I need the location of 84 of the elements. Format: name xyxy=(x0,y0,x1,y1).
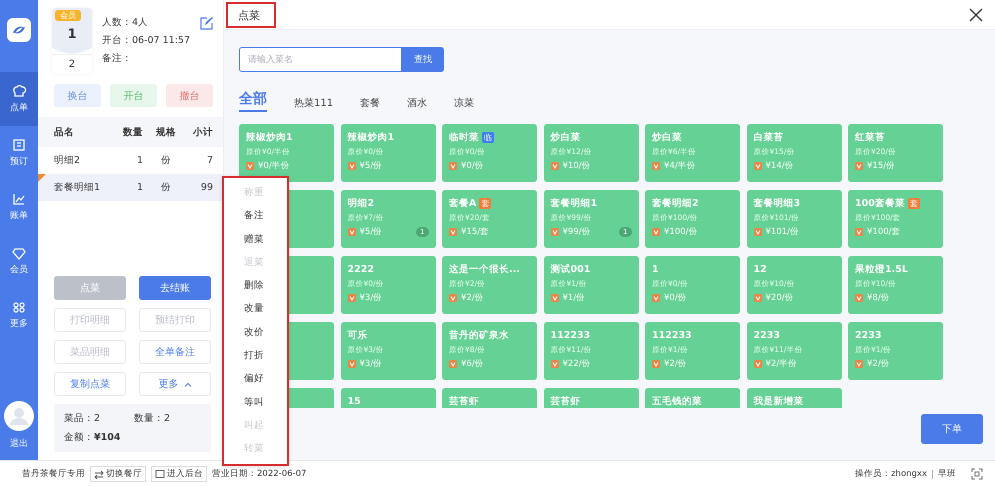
member-price: ¥10/份 xyxy=(562,160,592,172)
operator-name: 操作员：zhongxx xyxy=(855,468,927,480)
dish-name: 15 xyxy=(348,396,361,406)
dish-name: 这是一个很长... xyxy=(449,262,520,276)
dish-name: 炒白菜 xyxy=(550,130,580,144)
member-price: ¥5/份 xyxy=(360,226,384,238)
store-name: 昔丹茶餐厅专用 xyxy=(22,468,85,480)
table-cell-text: 99 xyxy=(200,182,213,193)
member-price: ¥6/份 xyxy=(461,358,485,370)
dish-name: 炒白菜 xyxy=(652,130,682,144)
table-cell-text: 份 xyxy=(160,154,172,167)
column-header: 小计 xyxy=(192,126,213,138)
table-info: 人数：4人 xyxy=(102,16,150,29)
dish-name: 明细2 xyxy=(348,196,374,210)
member-price: ¥20/份 xyxy=(766,292,795,304)
dish-name: 套餐明细2 xyxy=(652,196,699,210)
table-info: 备注： xyxy=(102,52,133,65)
quantity-total: 数量：2 xyxy=(134,412,170,425)
table-info: 开台：06-07 11:57 xyxy=(102,34,190,47)
member-price: ¥8/份 xyxy=(867,292,891,304)
member-price: ¥22/份 xyxy=(562,358,592,370)
member-badge: 会员 xyxy=(55,10,81,21)
dish-name: 套餐明细1 xyxy=(550,196,598,210)
dish-name: 112233 xyxy=(652,330,692,340)
dish-name: 2233 xyxy=(855,330,882,340)
dish-name: 12 xyxy=(754,264,767,274)
member-price: ¥2/半份 xyxy=(766,358,798,370)
member-price: ¥99/份 xyxy=(562,226,592,238)
dish-name: 红菜苔 xyxy=(855,130,885,144)
shift-name: 早班 xyxy=(938,468,956,480)
dish-name: 五毛钱的菜 xyxy=(652,394,702,408)
member-price: ¥5/份 xyxy=(360,160,384,172)
dish-name: 芸苔虾 xyxy=(550,394,580,408)
dish-name: 临时菜 xyxy=(449,130,479,144)
member-price: ¥100/套 xyxy=(867,226,902,238)
dish-name: 白菜苔 xyxy=(754,130,784,144)
dish-name: 果粒橙1.5L xyxy=(855,262,908,276)
member-price: ¥0/半份 xyxy=(258,160,291,172)
column-header: 数量 xyxy=(122,126,143,138)
member-price: ¥4/半份 xyxy=(664,160,697,172)
member-price: ¥0/份 xyxy=(664,292,688,304)
dish-name: 辣椒炒肉1 xyxy=(246,130,293,144)
column-header: 品名 xyxy=(54,126,75,138)
dish-name: 100套餐菜 xyxy=(855,196,905,210)
member-price: ¥15/份 xyxy=(867,160,896,172)
member-price: ¥3/份 xyxy=(360,292,384,304)
dish-name: 芸苔虾 xyxy=(449,394,479,408)
member-price: ¥1/份 xyxy=(562,292,586,304)
table-cell-text: 1 xyxy=(136,155,143,166)
member-price: ¥14/份 xyxy=(766,160,795,172)
dish-name: 112233 xyxy=(550,330,590,340)
seat-number: 2 xyxy=(52,54,92,74)
member-price: ¥2/份 xyxy=(461,292,485,304)
dish-count: 菜品：2 xyxy=(64,412,100,425)
member-price: ¥101/份 xyxy=(766,226,800,238)
dish-name: 套餐明细3 xyxy=(754,196,800,210)
table-number: 1 xyxy=(67,26,77,42)
member-price: ¥3/份 xyxy=(360,358,384,370)
member-price: ¥2/份 xyxy=(867,358,891,370)
dish-name: 套餐A xyxy=(449,196,476,210)
dish-name: 可乐 xyxy=(348,328,368,342)
dish-name: 1 xyxy=(652,264,659,274)
dish-tag: 临 xyxy=(482,132,494,142)
amount-total: 金额：¥104 xyxy=(64,431,122,444)
dish-name: 2233 xyxy=(754,330,780,340)
table-cell-text: 明细2 xyxy=(54,154,82,167)
member-price: ¥0/份 xyxy=(461,160,485,172)
dish-tag: 套 xyxy=(479,198,492,208)
table-cell-text: 1 xyxy=(136,182,143,193)
member-price: ¥2/份 xyxy=(664,358,688,370)
dish-name: 昔丹的矿泉水 xyxy=(449,328,509,342)
dialog-title: 点菜 xyxy=(226,2,276,28)
dish-name: 测试001 xyxy=(550,262,590,276)
column-header: 规格 xyxy=(154,126,177,138)
dish-name: 2222 xyxy=(348,264,374,274)
table-cell-text: 套餐明细1 xyxy=(54,181,102,194)
business-date: 营业日期：2022-06-07 xyxy=(212,468,306,480)
table-cell-text: 7 xyxy=(206,155,213,166)
dish-name: 我是新增菜 xyxy=(754,394,804,408)
dish-tag: 套 xyxy=(908,198,920,208)
dish-name: 辣椒炒肉1 xyxy=(348,130,394,144)
member-price: ¥100/份 xyxy=(664,226,698,238)
member-price: ¥15/套 xyxy=(461,226,490,238)
table-cell-text: 份 xyxy=(160,181,172,194)
